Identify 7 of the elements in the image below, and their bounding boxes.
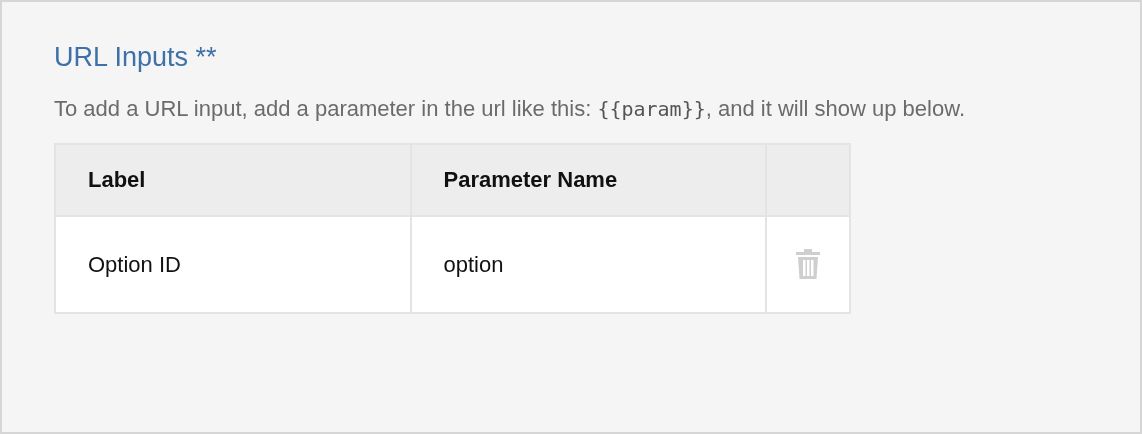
table-cell: option <box>410 216 767 313</box>
trash-icon <box>796 248 821 279</box>
column-header: Parameter Name <box>410 144 767 216</box>
description: To add a URL input, add a parameter in the url like this: {{param}}, and it will show up below. <box>54 95 966 123</box>
table-cell: Option ID <box>55 216 411 313</box>
column-header: Label <box>55 144 411 216</box>
section-title: URL Inputs ** <box>54 42 217 73</box>
